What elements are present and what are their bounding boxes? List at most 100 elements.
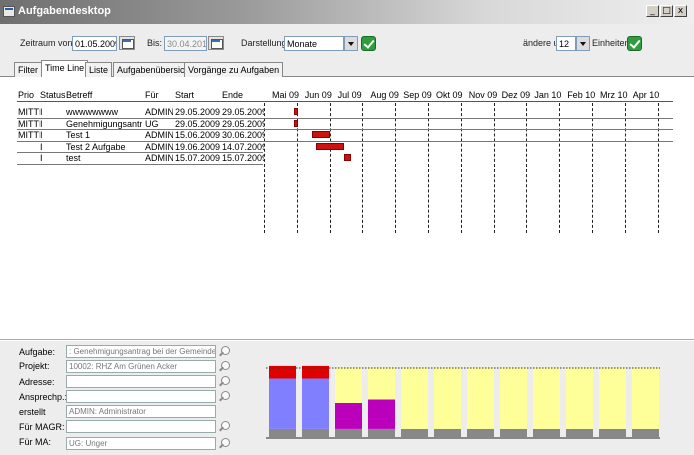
timeline-grid: Prio Status Betreff Für Start Ende Mai 0…	[0, 77, 694, 340]
bar-segment	[467, 428, 494, 438]
cell-betreff: Genehmigungsantrs	[66, 118, 142, 129]
projekt-field[interactable]: 10002: RHZ Am Grünen Acker	[66, 360, 216, 373]
col-header-betreff[interactable]: Betreff	[66, 90, 92, 100]
bar-segment	[566, 368, 593, 429]
ma-search-icon[interactable]	[217, 437, 231, 451]
month-header: Aug 09	[370, 90, 399, 100]
magr-search-icon[interactable]	[217, 420, 231, 434]
cell-ende: 30.06.2009	[222, 130, 264, 140]
month-header: Jul 09	[337, 90, 362, 100]
bar-segment	[632, 368, 659, 429]
month-header: Dez 09	[501, 90, 531, 100]
darstellung-apply-button[interactable]	[361, 36, 376, 51]
von-date-field[interactable]: 01.05.2009	[72, 36, 117, 51]
einheiten-apply-button[interactable]	[627, 36, 642, 51]
gantt-bar[interactable]	[344, 154, 351, 161]
bar-segment	[368, 368, 395, 400]
cell-start: 15.07.2009	[175, 153, 221, 163]
cell-status: I	[40, 153, 43, 163]
projekt-search-icon[interactable]	[217, 360, 231, 374]
header-separator	[17, 101, 673, 102]
magr-field[interactable]	[66, 420, 216, 433]
bar-segment	[632, 428, 659, 438]
cell-ende: 29.05.2009	[222, 118, 264, 129]
cell-ende: 14.07.2009	[222, 141, 264, 152]
table-row[interactable]: Itest ADMIN 15.07.2009 15.07.2009	[0, 152, 694, 164]
bar-segment	[434, 428, 461, 438]
von-calendar-icon[interactable]	[119, 36, 135, 50]
adresse-label: Adresse:	[19, 377, 55, 387]
cell-fuer: ADMIN	[145, 141, 173, 152]
month-header: Jun 09	[304, 90, 332, 100]
bar-segment	[500, 428, 527, 438]
col-header-ende[interactable]: Ende	[222, 90, 243, 100]
col-header-start[interactable]: Start	[175, 90, 194, 100]
cell-betreff: Test 1	[66, 130, 91, 140]
col-header-status[interactable]: Status	[40, 90, 66, 100]
aufgabe-field[interactable]: : Genehmigungsantrag bei der Gemeinde	[66, 345, 216, 358]
cell-start: 19.06.2009	[175, 141, 221, 152]
bar-segment	[566, 428, 593, 438]
toolbar: Zeitraum von: 01.05.2009 Bis: 30.04.2010…	[0, 24, 694, 60]
cell-fuer: UG	[145, 118, 159, 129]
adresse-search-icon[interactable]	[217, 375, 231, 389]
aendere-value-field[interactable]: 12	[556, 36, 576, 51]
table-row[interactable]: MITTI I Test 1 ADMIN 15.06.2009 30.06.2009	[0, 129, 694, 141]
gantt-bar[interactable]	[311, 131, 330, 138]
bis-calendar-icon[interactable]	[208, 36, 224, 50]
cell-betreff: test	[66, 153, 81, 163]
gantt-bar[interactable]	[293, 119, 298, 127]
darstellung-select[interactable]: Monate	[284, 36, 344, 51]
magr-label: Für MAGR:	[19, 422, 65, 432]
tab-time-line[interactable]: Time Line	[41, 60, 89, 78]
erstellt-field[interactable]: ADMIN: Administrator	[66, 405, 216, 418]
bis-date-field[interactable]: 30.04.2010	[164, 36, 207, 51]
projekt-label: Projekt:	[19, 361, 50, 371]
bar-segment	[269, 378, 296, 429]
col-header-fuer[interactable]: Für	[145, 90, 159, 100]
einheiten-label: Einheiten	[592, 38, 630, 48]
bar-segment	[335, 428, 362, 438]
aufgabe-search-icon[interactable]	[217, 345, 231, 359]
bar-segment	[302, 428, 329, 438]
cell-start: 29.05.2009	[175, 107, 221, 117]
title-bar: Aufgabendesktop _ □ x	[0, 0, 694, 24]
ma-field[interactable]: UG: Unger	[66, 437, 216, 450]
darstellung-dropdown-icon[interactable]	[344, 36, 358, 51]
maximize-button[interactable]: □	[660, 5, 673, 17]
table-row[interactable]: MITTI I Genehmigungsantrs UG 29.05.2009 29.05…	[0, 118, 694, 130]
cell-start: 29.05.2009	[175, 118, 221, 129]
bar-segment	[269, 428, 296, 438]
minimize-button[interactable]: _	[646, 5, 659, 17]
bar-segment	[467, 368, 494, 429]
cell-betreff: Test 2 Aufgabe	[66, 141, 126, 152]
tab-vorgaenge-zu-aufgaben[interactable]: Vorgänge zu Aufgaben	[184, 62, 284, 77]
zeitraum-label: Zeitraum von:	[20, 38, 76, 48]
tab-bar: Filter Time Line Liste Aufgabenübersicht…	[0, 60, 694, 78]
table-row[interactable]: MITTI Iwwwwwwww ADMIN 29.05.2009 29.05.2009	[0, 106, 694, 118]
gantt-bar[interactable]	[316, 142, 345, 150]
close-button[interactable]: x	[674, 5, 687, 17]
bar-segment	[368, 428, 395, 438]
table-row[interactable]: I Test 2 Aufgabe ADMIN 19.06.2009 14.07.2009	[0, 141, 694, 153]
adresse-field[interactable]	[66, 375, 216, 388]
cell-ende: 29.05.2009	[222, 107, 264, 117]
month-header: Mai 09	[272, 90, 300, 100]
tab-liste[interactable]: Liste	[85, 62, 113, 77]
month-header: Okt 09	[436, 90, 463, 100]
cell-status: I	[40, 118, 43, 129]
bar-segment	[335, 368, 362, 403]
bis-label: Bis:	[147, 38, 163, 48]
erstellt-label: erstellt	[19, 407, 46, 417]
ansprech-search-icon[interactable]	[217, 390, 231, 404]
bar-segment	[401, 428, 428, 438]
bar-segment	[368, 399, 395, 429]
aendere-dropdown-icon[interactable]	[576, 36, 590, 51]
bar-segment	[599, 368, 626, 429]
darstellung-label: Darstellung	[241, 38, 287, 48]
cell-start: 15.06.2009	[175, 130, 221, 140]
ansprech-field[interactable]	[66, 390, 216, 403]
gantt-bar[interactable]	[293, 108, 298, 115]
col-header-prio[interactable]: Prio	[18, 90, 34, 100]
tab-filter[interactable]: Filter	[14, 62, 42, 77]
